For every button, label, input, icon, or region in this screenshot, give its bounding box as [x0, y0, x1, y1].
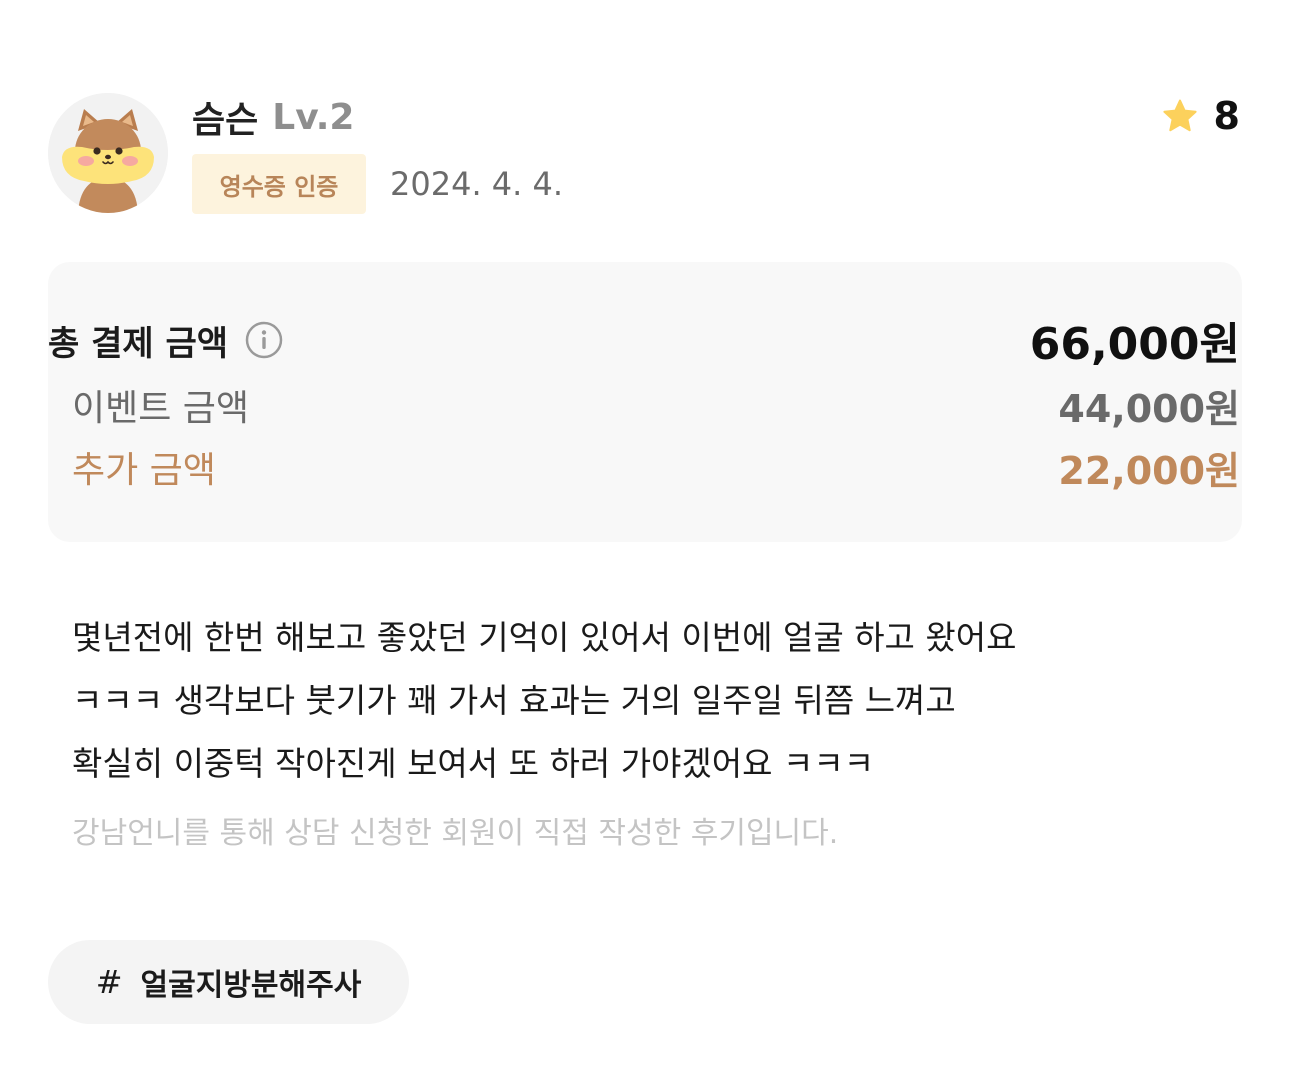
total-price-row: 총 결제 금액 66,000원: [0, 310, 1290, 370]
review-disclaimer: 강남언니를 통해 상담 신청한 회원이 직접 작성한 후기입니다.: [72, 816, 839, 851]
star-icon: [1162, 99, 1197, 132]
total-price-value: 66,000원: [1029, 319, 1240, 370]
treatment-tag[interactable]: # 얼굴지방분해주사: [48, 940, 409, 1024]
username[interactable]: 슴슨: [192, 91, 258, 143]
review-line: 몇년전에 한번 해보고 좋았던 기억이 있어서 이번에 얼굴 하고 왔어요: [72, 618, 1017, 657]
total-price-label: 총 결제 금액: [48, 323, 229, 364]
review-text: 몇년전에 한번 해보고 좋았던 기억이 있어서 이번에 얼굴 하고 왔어요 ㅋㅋ…: [72, 606, 1232, 795]
review-line: ㅋㅋㅋ 생각보다 붓기가 꽤 가서 효과는 거의 일주일 뒤쯤 느껴고: [72, 681, 956, 720]
username-row: 슴슨 Lv.2: [192, 92, 354, 142]
rating-value: 8: [1213, 94, 1240, 138]
event-price-value: 44,000원: [1058, 386, 1240, 431]
review-date: 2024. 4. 4.: [390, 165, 564, 203]
squirrel-avatar-icon: [48, 93, 168, 213]
user-avatar[interactable]: [48, 93, 168, 213]
extra-price-row: 추가 금액 22,000원: [0, 440, 1290, 494]
event-price-row: 이벤트 금액 44,000원: [0, 378, 1290, 432]
tag-label: 얼굴지방분해주사: [140, 968, 362, 1003]
hashtag-icon: #: [95, 963, 123, 1001]
review-line: 확실히 이중턱 작아진게 보여서 또 하러 가야겠어요 ㅋㅋㅋ: [72, 744, 875, 783]
rating: 8: [1162, 94, 1240, 138]
info-icon[interactable]: [244, 320, 284, 360]
user-level: Lv.2: [272, 96, 355, 138]
extra-price-label: 추가 금액: [72, 450, 216, 491]
extra-price-value: 22,000원: [1058, 448, 1240, 493]
event-price-label: 이벤트 금액: [72, 388, 250, 429]
receipt-verified-badge: 영수증 인증: [192, 154, 366, 214]
